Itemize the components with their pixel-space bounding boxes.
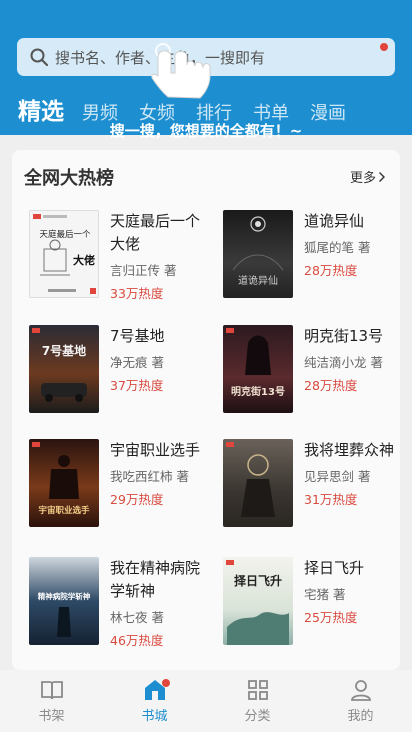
cover-big-title: 大佬 (73, 253, 95, 267)
notification-dot (380, 43, 388, 51)
cover-title: 道诡异仙 (238, 274, 278, 287)
more-link[interactable]: 更多 (350, 167, 386, 186)
nav-label: 书城 (141, 709, 168, 724)
book-title: 明克街13号 (304, 327, 384, 345)
book-author: 见异思剑 著 (304, 469, 371, 484)
book-item[interactable]: 7号基地 7号基地 净无痕 著 37万热度 (29, 325, 209, 417)
nav-bookshelf[interactable]: 书架 (0, 670, 103, 732)
book-heat: 25万热度 (304, 610, 358, 625)
cover-title: 择日飞升 (234, 573, 282, 588)
book-title: 择日飞升 (304, 559, 365, 577)
bottom-nav: 书架 书城 分类 我的 (0, 670, 412, 732)
book-title: 天庭最后一个大佬 (110, 212, 201, 253)
nav-profile[interactable]: 我的 (309, 670, 412, 732)
chevron-right-icon (379, 171, 385, 182)
book-cover: 精神病院学斩神 (29, 557, 99, 645)
book-heat: 46万热度 (110, 633, 164, 648)
book-heat: 28万热度 (304, 263, 358, 278)
search-icon (30, 48, 49, 67)
book-title: 宇宙职业选手 (110, 441, 201, 459)
book-item[interactable]: 明克街13号 明克街13号 纯洁滴小龙 著 28万热度 (223, 325, 403, 417)
book-item[interactable]: 择日飞升 择日飞升 宅猪 著 25万热度 (223, 557, 403, 649)
book-author: 宅猪 著 (304, 587, 346, 602)
book-cover: 道诡异仙 (223, 210, 293, 298)
nav-label: 分类 (244, 709, 271, 724)
book-author: 纯洁滴小龙 著 (304, 355, 383, 370)
category-icon (247, 680, 268, 700)
cover-title: 7号基地 (42, 343, 86, 358)
book-author: 净无痕 著 (110, 355, 164, 370)
book-heat: 33万热度 (110, 286, 164, 301)
book-item[interactable]: 道诡异仙 道诡异仙 狐尾的笔 著 28万热度 (223, 210, 403, 302)
cover-art: 天庭最后一个 大佬 (33, 214, 96, 294)
cover-art: 择日飞升 (226, 560, 289, 645)
book-author: 我吃西红柿 著 (110, 469, 189, 484)
book-cover: 天庭最后一个 大佬 (29, 210, 99, 298)
book-cover (223, 439, 293, 527)
bookshelf-icon (40, 681, 63, 700)
book-heat: 37万热度 (110, 378, 164, 393)
book-item[interactable]: 我将埋葬众神 见异思剑 著 31万热度 (223, 439, 403, 531)
book-title: 我在精神病院学斩神 (110, 559, 201, 600)
more-label: 更多 (349, 171, 376, 186)
section-title: 全网大热榜 (24, 168, 114, 189)
profile-icon (350, 680, 371, 701)
book-heat: 31万热度 (304, 492, 358, 507)
nav-label: 我的 (347, 709, 374, 724)
book-author: 狐尾的笔 著 (304, 240, 371, 255)
notification-dot (162, 679, 170, 687)
book-cover: 宇宙职业选手 (29, 439, 99, 527)
cover-title: 天庭最后一个 (39, 229, 91, 240)
book-title: 我将埋葬众神 (304, 441, 395, 459)
book-author: 林七夜 著 (110, 610, 164, 625)
cover-title: 宇宙职业选手 (38, 505, 90, 516)
book-cover: 择日飞升 (223, 557, 293, 645)
book-author: 言归正传 著 (110, 263, 177, 278)
cover-art: 宇宙职业选手 (32, 442, 90, 516)
book-title: 7号基地 (110, 327, 165, 345)
cover-art: 明克街13号 (226, 328, 285, 398)
book-heat: 29万热度 (110, 492, 164, 507)
book-item[interactable]: 宇宙职业选手 宇宙职业选手 我吃西红柿 著 29万热度 (29, 439, 209, 531)
nav-category[interactable]: 分类 (206, 670, 309, 732)
nav-label: 书架 (38, 709, 65, 724)
book-cover: 7号基地 (29, 325, 99, 413)
book-item[interactable]: 精神病院学斩神 我在精神病院学斩神 林七夜 著 46万热度 (29, 557, 209, 649)
cover-title: 明克街13号 (231, 385, 285, 398)
cover-art: 7号基地 (32, 328, 87, 402)
book-heat: 28万热度 (304, 378, 358, 393)
header-bar: 搜书名、作者、主角，一搜即有 精选 男频 女频 排行 书单 漫画 搜一搜，您想要… (0, 0, 412, 140)
book-cover: 明克街13号 (223, 325, 293, 413)
book-title: 道诡异仙 (304, 212, 365, 230)
nav-store[interactable]: 书城 (103, 670, 206, 732)
search-tip: 搜一搜，您想要的全都有！~ (109, 122, 303, 140)
book-item[interactable]: 天庭最后一个 大佬 天庭最后一个大佬 言归正传 著 33万热度 (29, 210, 209, 302)
cover-art: 道诡异仙 (232, 216, 284, 287)
cover-art: 精神病院学斩神 (38, 591, 91, 637)
cover-title: 精神病院学斩神 (38, 591, 91, 601)
cover-art (226, 442, 275, 517)
hot-ranking-card: 全网大热榜 更多 天庭最后一个 大佬 天庭最后一个大佬 言归正传 著 33万热度 (12, 150, 400, 670)
